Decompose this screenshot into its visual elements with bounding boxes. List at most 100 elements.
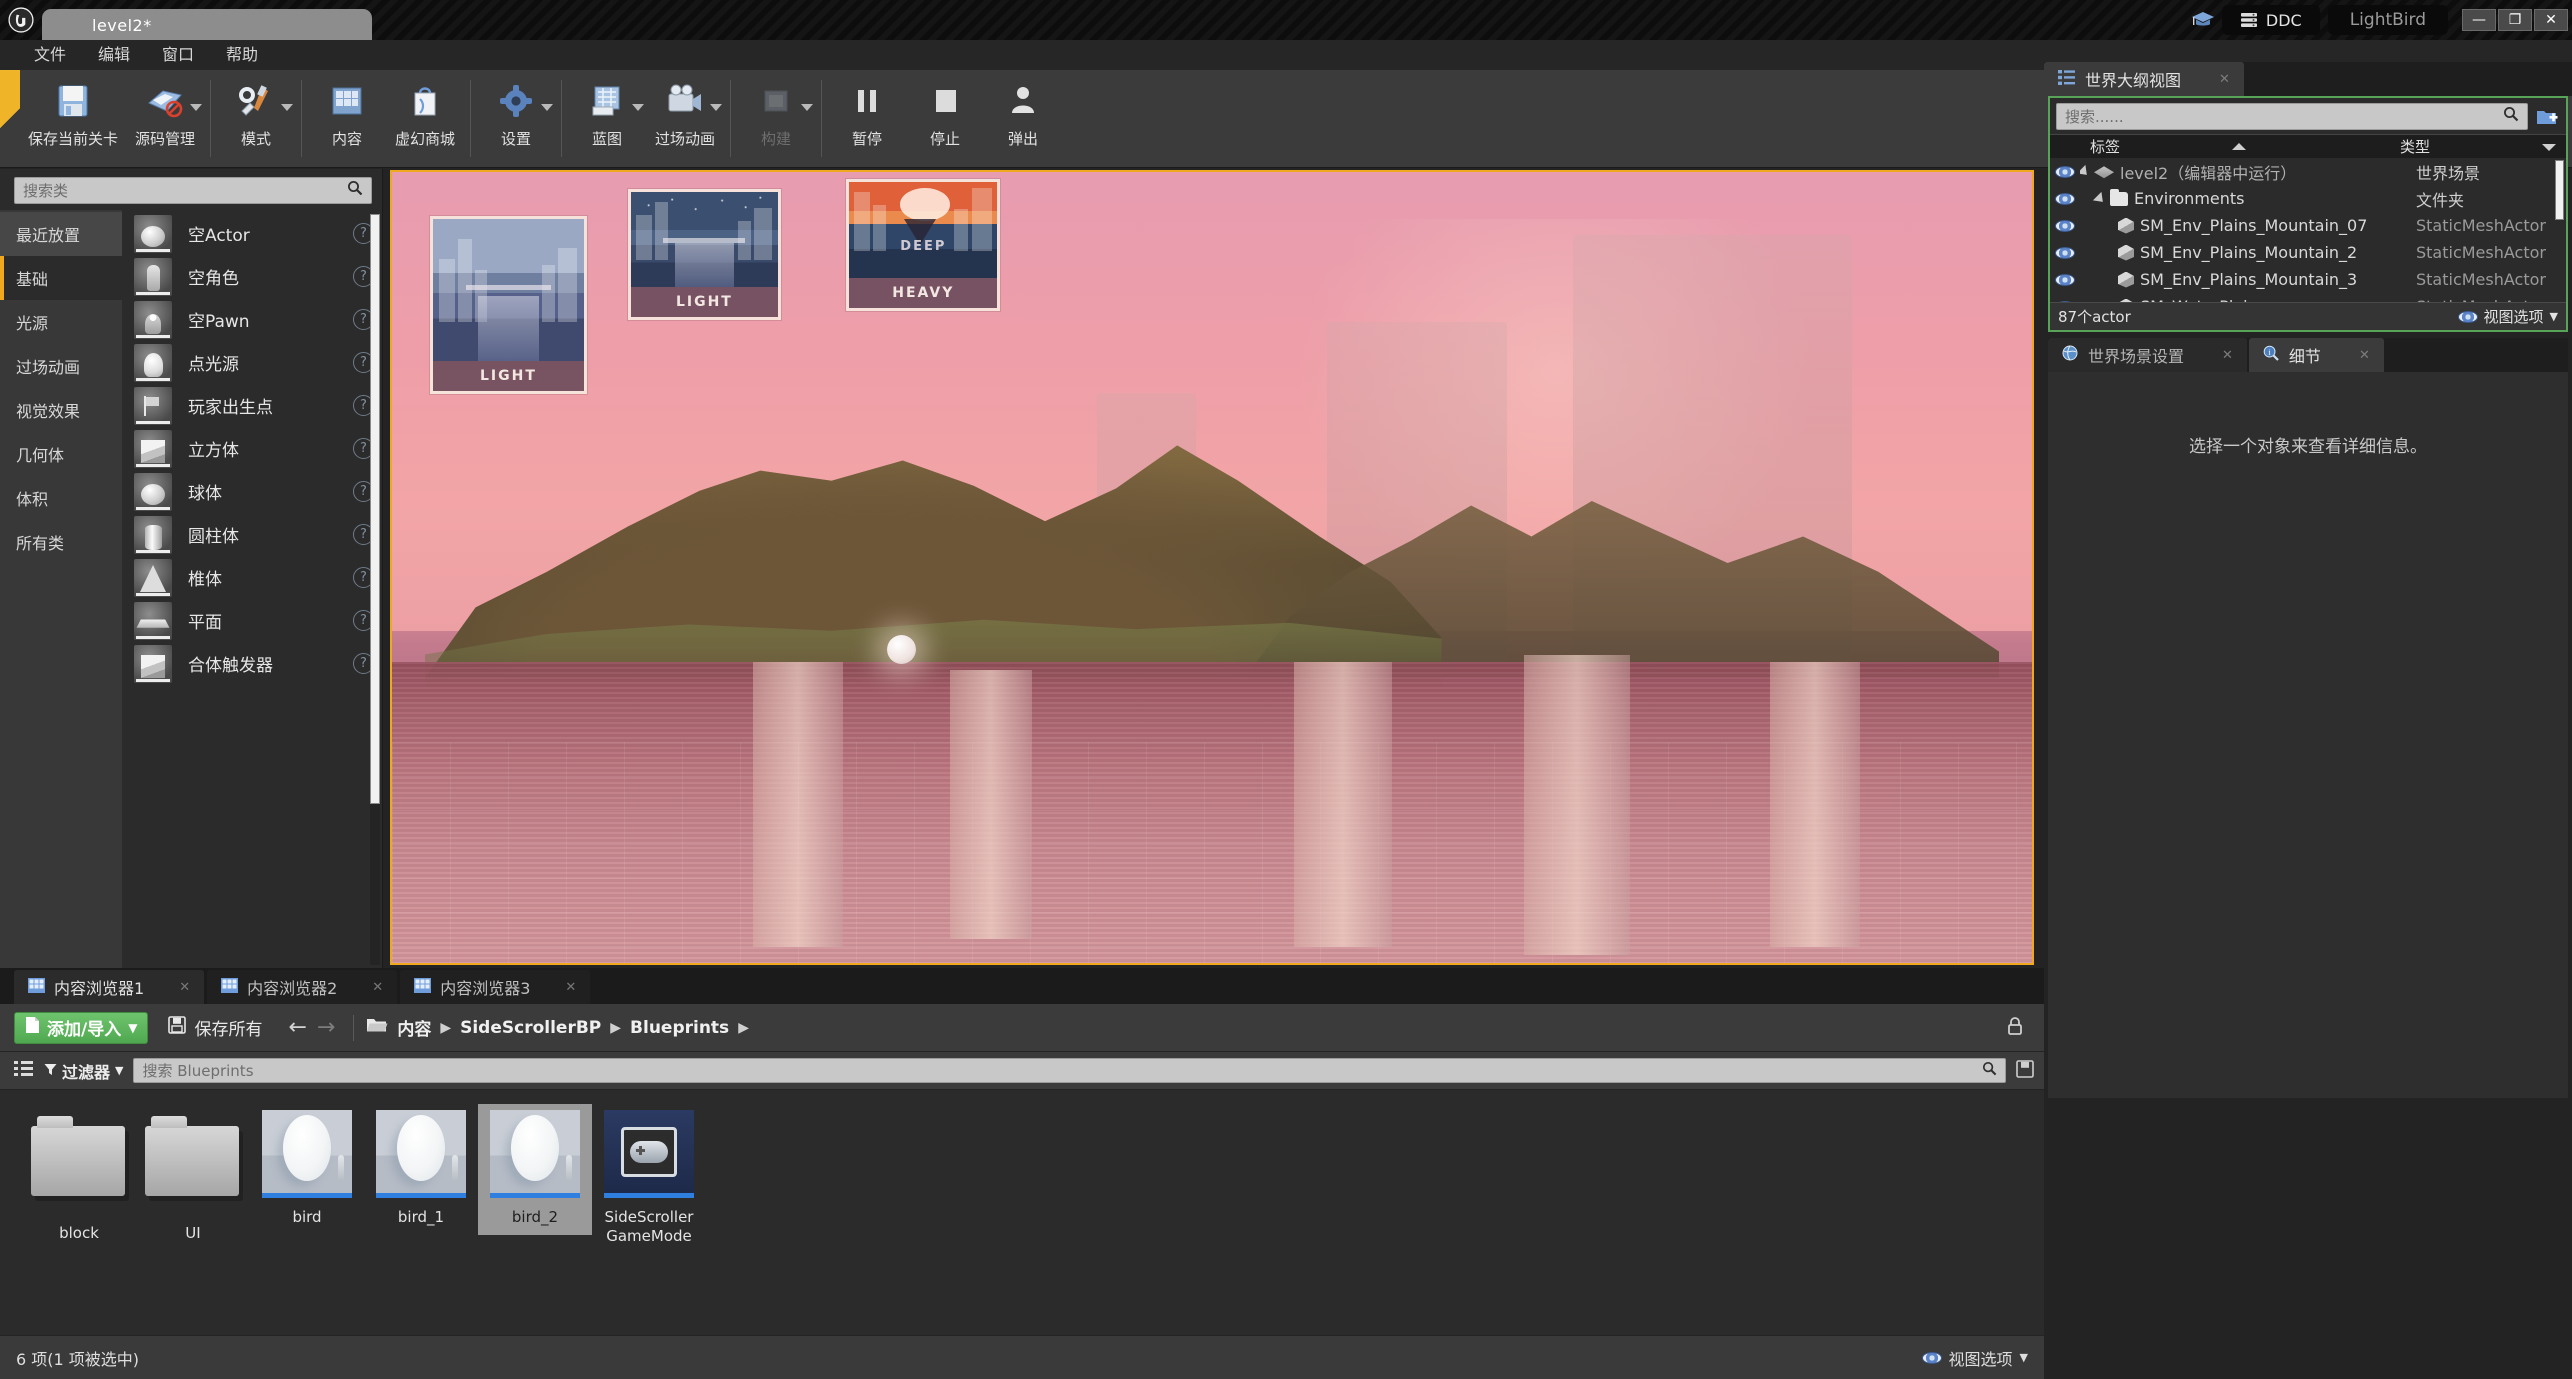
build-caret-icon[interactable] (801, 104, 813, 111)
visibility-eye-icon[interactable] (2050, 220, 2080, 232)
asset-tile-bird[interactable]: bird (250, 1104, 364, 1235)
category-recently-placed[interactable]: 最近放置 (0, 212, 122, 256)
menu-window[interactable]: 窗口 (146, 40, 210, 70)
breadcrumb-chevron-icon[interactable]: ▶ (738, 1020, 749, 1036)
modes-caret-icon[interactable] (281, 104, 293, 111)
expander-icon[interactable] (2093, 191, 2107, 205)
eject-button[interactable]: 弹出 (984, 70, 1062, 167)
asset-tile-ui[interactable]: UI (136, 1104, 250, 1251)
outliner-type-column[interactable]: 类型 (2396, 136, 2566, 157)
outliner-row-mesh[interactable]: SM_Env_Plains_Mountain_07 StaticMeshActo… (2050, 212, 2566, 239)
hud-card-2[interactable]: LIGHT (628, 189, 781, 320)
outliner-row-folder[interactable]: Environments 文件夹 (2050, 185, 2566, 212)
marketplace-button[interactable]: 虚幻商城 (386, 70, 464, 167)
source-control-caret-icon[interactable] (190, 104, 202, 111)
place-item-point-light[interactable]: 点光源 ? (122, 341, 382, 384)
place-item-player-start[interactable]: 玩家出生点 ? (122, 384, 382, 427)
visibility-eye-icon[interactable] (2050, 193, 2080, 205)
outliner-row-mesh[interactable]: SM_Env_Plains_Mountain_2 StaticMeshActor (2050, 239, 2566, 266)
outliner-scrollbar-thumb[interactable] (2555, 160, 2564, 220)
category-lights[interactable]: 光源 (0, 300, 122, 344)
tab-content-browser-2[interactable]: 内容浏览器2 ✕ (207, 970, 397, 1004)
tab-details[interactable]: i 细节 ✕ (2249, 338, 2384, 372)
blueprint-caret-icon[interactable] (632, 104, 644, 111)
place-item-cube[interactable]: 立方体 ? (122, 427, 382, 470)
content-browser-view-options-button[interactable]: 视图选项 ▼ (1922, 1346, 2028, 1370)
category-visual-effects[interactable]: 视觉效果 (0, 388, 122, 432)
cinematics-button[interactable]: 过场动画 (646, 70, 724, 167)
stop-button[interactable]: 停止 (906, 70, 984, 167)
graduation-cap-icon[interactable] (2184, 0, 2222, 40)
level-document-tab[interactable]: level2* (42, 9, 372, 41)
outliner-row-list[interactable]: level2（编辑器中运行） 世界场景 Environments 文件夹 (2050, 158, 2566, 302)
asset-tile-sidescroller-gamemode[interactable]: SideScroller GameMode (592, 1104, 706, 1254)
hud-card-1[interactable]: 4 LIGHT (430, 216, 587, 394)
save-search-icon[interactable] (2016, 1060, 2034, 1082)
category-cinematic[interactable]: 过场动画 (0, 344, 122, 388)
content-browser-search-input[interactable]: 搜索 Blueprints (133, 1058, 2006, 1083)
outliner-view-options-button[interactable]: 视图选项 ▼ (2458, 306, 2558, 327)
tab-content-browser-3[interactable]: 内容浏览器3 ✕ (400, 970, 590, 1004)
place-item-empty-pawn[interactable]: 空Pawn ? (122, 298, 382, 341)
place-item-plane[interactable]: 平面 ? (122, 599, 382, 642)
content-browser-asset-grid[interactable]: block UI bird bird_1 (0, 1090, 2044, 1254)
breadcrumb-item-blueprints[interactable]: Blueprints (630, 1018, 729, 1038)
expander-icon[interactable] (2080, 164, 2091, 178)
outliner-search-input[interactable]: 搜索...... (2056, 103, 2528, 130)
save-all-button[interactable]: 保存所有 (160, 1015, 270, 1040)
minimize-button[interactable]: — (2462, 9, 2496, 31)
restore-button[interactable]: ❐ (2498, 9, 2532, 31)
category-volumes[interactable]: 体积 (0, 476, 122, 520)
source-control-button[interactable]: 源码管理 (126, 70, 204, 167)
place-item-sphere[interactable]: 球体 ? (122, 470, 382, 513)
forward-arrow-icon[interactable]: → (317, 1015, 335, 1040)
settings-caret-icon[interactable] (541, 104, 553, 111)
place-item-cone[interactable]: 椎体 ? (122, 556, 382, 599)
back-arrow-icon[interactable]: ← (288, 1015, 306, 1040)
hud-card-3[interactable]: DEEP HEAVY (846, 179, 1000, 311)
close-icon[interactable]: ✕ (2222, 348, 2233, 363)
add-folder-icon[interactable] (2534, 105, 2560, 129)
filter-button[interactable]: 过滤器 ▼ (44, 1059, 123, 1083)
outliner-row-mesh[interactable]: SM_WaterPlain StaticMeshActor (2050, 293, 2566, 302)
place-actors-scrollbar-thumb[interactable] (370, 214, 380, 804)
close-icon[interactable]: ✕ (565, 980, 576, 995)
asset-tile-block[interactable]: block (22, 1104, 136, 1251)
blueprint-button[interactable]: 蓝图 (568, 70, 646, 167)
add-import-button[interactable]: 添加/导入 ▼ (14, 1012, 148, 1044)
place-item-cylinder[interactable]: 圆柱体 ? (122, 513, 382, 556)
place-item-empty-actor[interactable]: 空Actor ? (122, 212, 382, 255)
close-button[interactable]: ✕ (2534, 9, 2568, 31)
lock-icon[interactable] (2006, 1016, 2030, 1040)
outliner-row-level[interactable]: level2（编辑器中运行） 世界场景 (2050, 158, 2566, 185)
tab-world-settings[interactable]: 世界场景设置 ✕ (2048, 338, 2247, 372)
content-button[interactable]: 内容 (308, 70, 386, 167)
asset-tile-bird-1[interactable]: bird_1 (364, 1104, 478, 1235)
place-item-box-trigger[interactable]: 合体触发器 ? (122, 642, 382, 685)
asset-tile-bird-2[interactable]: bird_2 (478, 1104, 592, 1235)
close-icon[interactable]: ✕ (179, 980, 190, 995)
pause-button[interactable]: 暂停 (828, 70, 906, 167)
tab-content-browser-1[interactable]: 内容浏览器1 ✕ (14, 970, 204, 1004)
modes-button[interactable]: 模式 (217, 70, 295, 167)
level-viewport[interactable]: 4 LIGHT (390, 170, 2034, 965)
ddc-status-button[interactable]: DDC (2222, 5, 2320, 35)
tab-world-outliner[interactable]: 世界大纲视图 ✕ (2044, 62, 2244, 96)
visibility-eye-icon[interactable] (2050, 166, 2080, 178)
save-current-level-button[interactable]: 保存当前关卡 (20, 70, 126, 167)
menu-file[interactable]: 文件 (18, 40, 82, 70)
place-actors-item-list[interactable]: 空Actor ? 空角色 ? 空Pawn ? 点光源 ? (122, 210, 382, 969)
category-geometry[interactable]: 几何体 (0, 432, 122, 476)
category-basic[interactable]: 基础 (0, 256, 122, 300)
close-icon[interactable]: ✕ (2219, 72, 2230, 87)
breadcrumb-item-sidescrollerbp[interactable]: SideScrollerBP (460, 1018, 601, 1038)
category-all-classes[interactable]: 所有类 (0, 520, 122, 564)
visibility-eye-icon[interactable] (2050, 274, 2080, 286)
menu-edit[interactable]: 编辑 (82, 40, 146, 70)
view-list-icon[interactable] (14, 1060, 34, 1082)
close-icon[interactable]: ✕ (372, 980, 383, 995)
close-icon[interactable]: ✕ (2359, 348, 2370, 363)
viewport-player-sphere[interactable] (887, 635, 916, 664)
breadcrumb-item-content[interactable]: 内容 (397, 1015, 431, 1040)
outliner-row-mesh[interactable]: SM_Env_Plains_Mountain_3 StaticMeshActor (2050, 266, 2566, 293)
